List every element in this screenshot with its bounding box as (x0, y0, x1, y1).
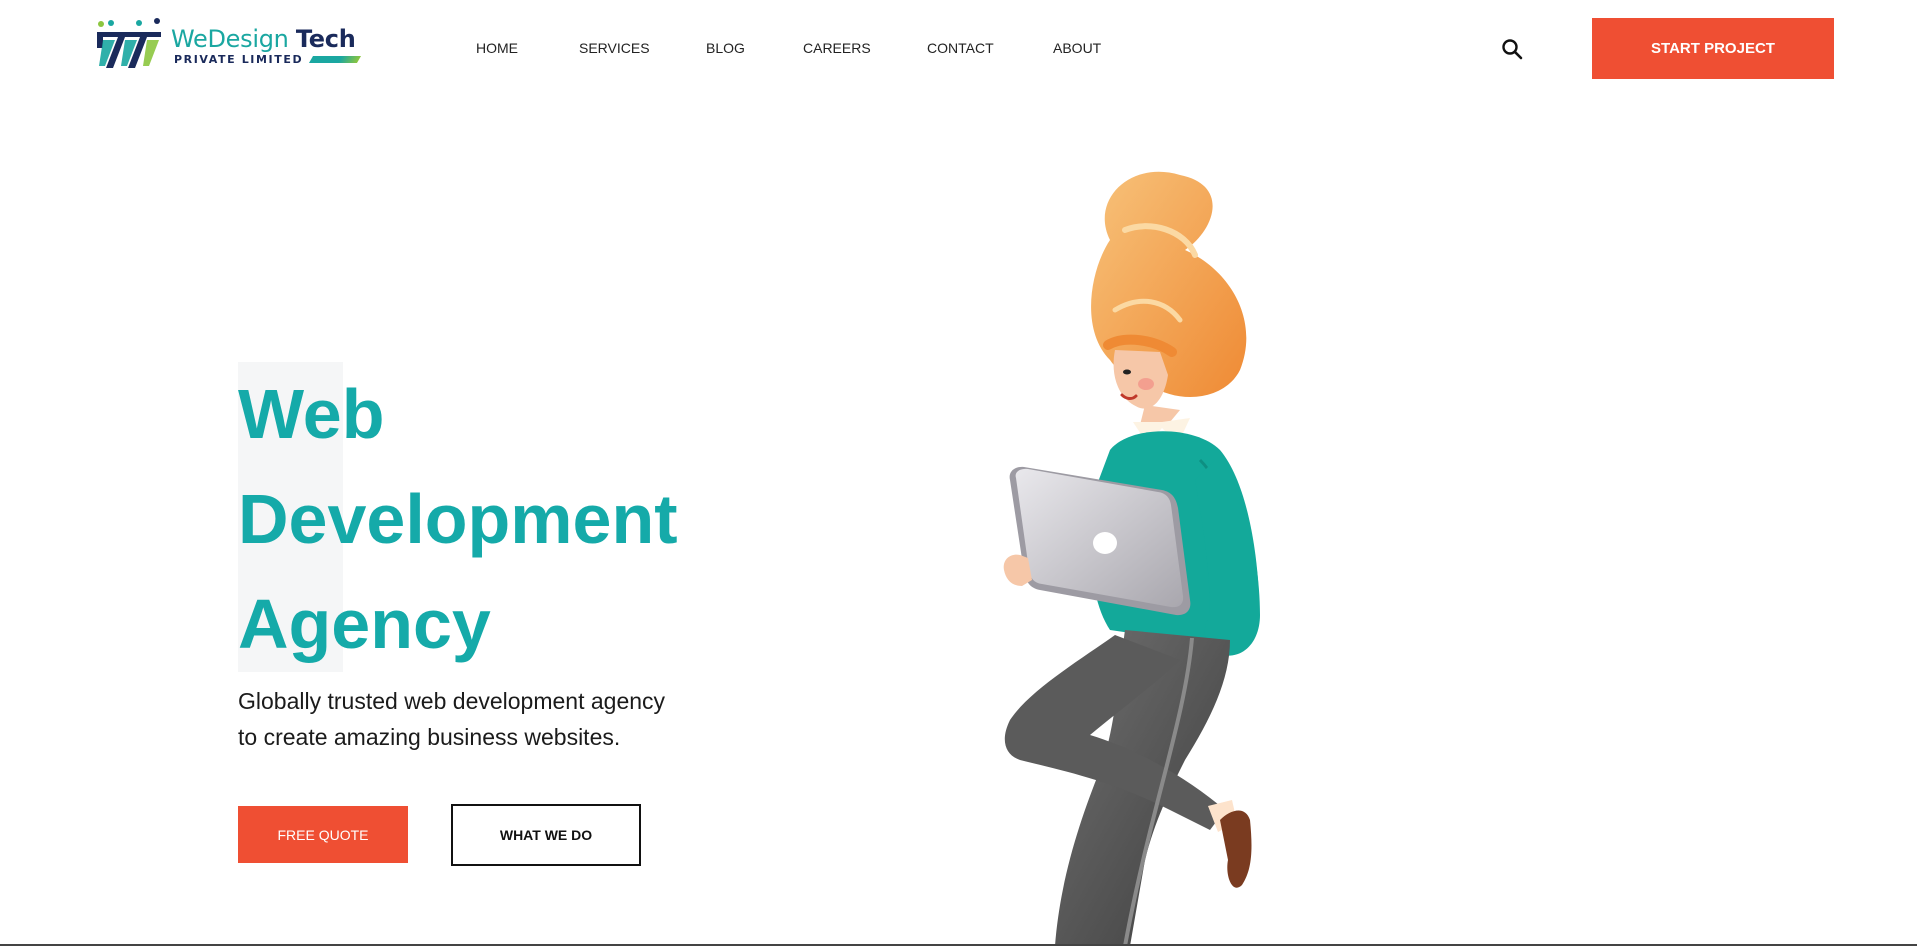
brand-subline: PRIVATE LIMITED (171, 52, 362, 66)
brand-subtitle: PRIVATE LIMITED (174, 52, 304, 66)
nav-item-blog[interactable]: BLOG (706, 40, 745, 56)
hero-subtitle: Globally trusted web development agency … (238, 683, 718, 755)
brand-accent-bar (309, 55, 362, 63)
hero-subtitle-line-2: to create amazing business websites. (238, 724, 621, 750)
hero-title: Web Development Agency (238, 362, 758, 677)
brand-logo[interactable]: WeDesign Tech PRIVATE LIMITED (95, 18, 365, 72)
page: WeDesign Tech PRIVATE LIMITED HOME SERVI… (0, 0, 1917, 946)
hero-title-line-2: Development (238, 480, 678, 558)
logo-mark-icon (97, 18, 161, 68)
start-project-button[interactable]: START PROJECT (1592, 18, 1834, 79)
brand-text: WeDesign Tech PRIVATE LIMITED (171, 25, 362, 66)
hero-title-line-3: Agency (238, 585, 491, 663)
nav-item-careers[interactable]: CAREERS (803, 40, 871, 56)
nav-item-contact[interactable]: CONTACT (927, 40, 994, 56)
brand-name: WeDesign Tech (171, 25, 359, 53)
brand-name-part2: Tech (295, 24, 356, 53)
woman-with-laptop-illustration (1003, 171, 1260, 946)
brand-name-part1: WeDesign (171, 24, 289, 53)
nav-item-services[interactable]: SERVICES (579, 40, 650, 56)
nav-item-about[interactable]: ABOUT (1053, 40, 1101, 56)
hero-subtitle-line-1: Globally trusted web development agency (238, 688, 666, 714)
nav-item-home[interactable]: HOME (476, 40, 518, 56)
hero-title-line-1: Web (238, 375, 385, 453)
what-we-do-button[interactable]: WHAT WE DO (451, 804, 641, 866)
search-icon[interactable] (1501, 38, 1523, 60)
site-header: WeDesign Tech PRIVATE LIMITED HOME SERVI… (0, 0, 1917, 98)
free-quote-button[interactable]: FREE QUOTE (238, 806, 408, 863)
